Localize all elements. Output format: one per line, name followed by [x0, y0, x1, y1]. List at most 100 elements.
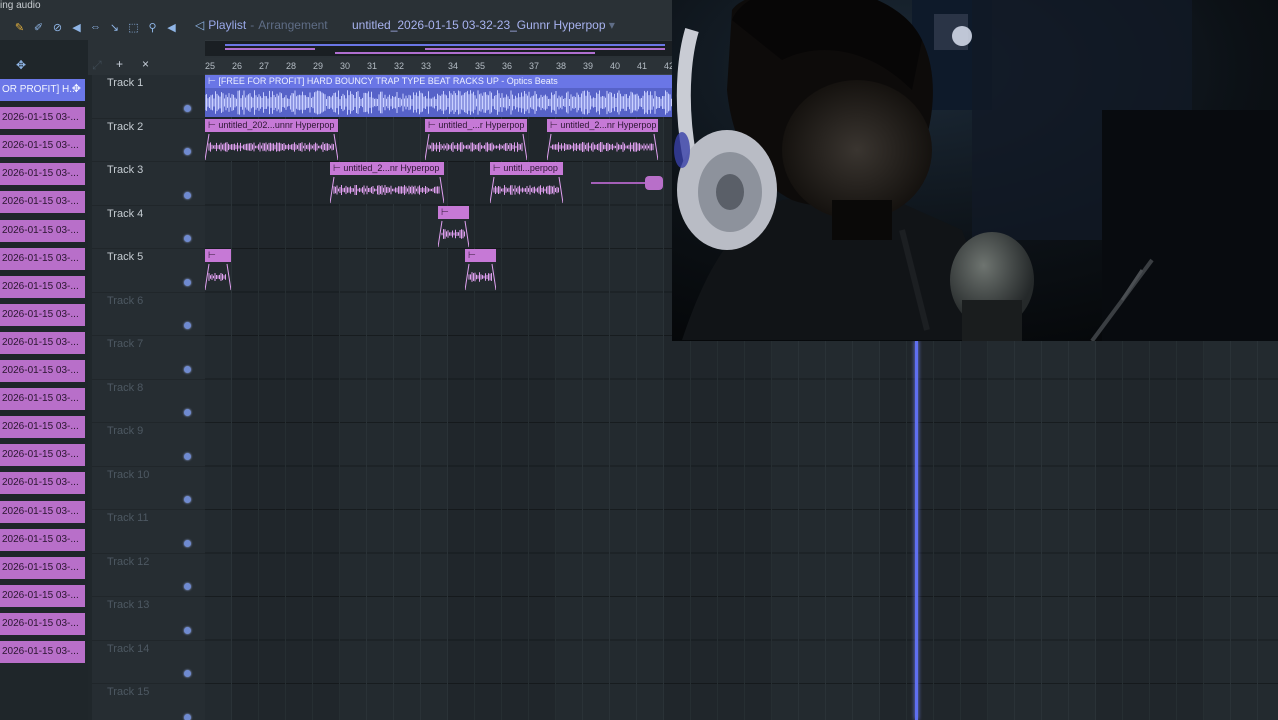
audio-clip-vocal[interactable]: ⊢ [465, 249, 496, 291]
picker-clip-item[interactable]: 2026-01-15 03-... [0, 219, 85, 242]
track-enable-led[interactable] [184, 278, 191, 286]
ruler-bar-number: 34 [448, 61, 459, 71]
picker-clip-item[interactable]: 2026-01-15 03-... [0, 163, 85, 186]
add-icon[interactable]: + [116, 57, 123, 71]
playhead[interactable] [915, 340, 918, 720]
track-enable-led[interactable] [184, 322, 191, 329]
chevron-down-icon: ▾ [608, 18, 615, 32]
picker-clip-item[interactable]: 2026-01-15 03-... [0, 135, 85, 158]
close-icon[interactable]: × [142, 57, 149, 71]
audio-clip-vocal[interactable]: ⊢ [438, 205, 469, 248]
audio-clip-vocal[interactable]: ⊢ untitl...perpop [490, 162, 563, 204]
audio-clip-beat[interactable]: ⊢ [FREE FOR PROFIT] HARD BOUNCY TRAP TYP… [205, 75, 672, 117]
track-name: Track 1 [107, 77, 144, 89]
ruler-bar-number: 41 [637, 61, 648, 71]
picker-clip-item[interactable]: OR PROFIT] H... ✥ [0, 79, 85, 101]
ruler-bar-number: 26 [232, 61, 243, 71]
track-header[interactable]: Track 7 [92, 336, 205, 380]
select-icon[interactable]: ⬚ [124, 19, 143, 35]
project-name-text: untitled_2026-01-15 03-32-23_Gunnr Hyper… [352, 18, 606, 32]
playback-icon[interactable]: ◀ [162, 19, 181, 35]
track-header[interactable]: Track 8 [92, 380, 205, 423]
slice-icon[interactable]: ↘ [105, 19, 124, 35]
track-enable-led[interactable] [184, 409, 191, 416]
playlist-title[interactable]: ◁ Playlist - Arrangement [195, 18, 328, 32]
clip-label: ⊢ [465, 249, 496, 262]
waveform [465, 263, 496, 291]
picker-clip-label: 2026-01-15 03-... [2, 140, 79, 152]
pencil-icon[interactable]: ✎ [10, 19, 29, 35]
track-header[interactable]: Track 13 [92, 597, 205, 641]
audio-clip-vocal[interactable]: ⊢ untitled_2...nr Hyperpop [330, 162, 444, 204]
picker-clip-item[interactable]: 2026-01-15 03-... [0, 584, 85, 607]
mute-icon[interactable]: ◀ [67, 19, 86, 35]
ruler-bar-number: 36 [502, 61, 513, 71]
track-enable-led[interactable] [184, 452, 191, 460]
track-header[interactable]: Track 12 [92, 554, 205, 597]
clip-label: ⊢ [438, 205, 469, 219]
picker-clip-item[interactable]: 2026-01-15 03-... [0, 556, 85, 579]
picker-clip-label: 2026-01-15 03-... [2, 449, 79, 461]
paint-brush-icon[interactable]: ✐ [29, 19, 48, 35]
track-enable-led[interactable] [184, 670, 191, 677]
ruler-bar-number: 40 [610, 61, 621, 71]
picker-clip-item[interactable]: 2026-01-15 03-... [0, 331, 85, 354]
track-enable-led[interactable] [184, 539, 191, 547]
song-overview-bar[interactable] [205, 40, 672, 56]
zoom-icon[interactable]: ⚲ [143, 19, 162, 35]
track-enable-led[interactable] [184, 148, 191, 155]
picker-clip-item[interactable]: 2026-01-15 03-... [0, 360, 85, 382]
ruler-bar-number: 31 [367, 61, 378, 71]
picker-clip-label: OR PROFIT] H... [2, 84, 78, 95]
picker-clip-item[interactable]: 2026-01-15 03-... [0, 612, 85, 635]
track-name: Track 10 [107, 468, 150, 481]
picker-clip-item[interactable]: 2026-01-15 03-... [0, 388, 85, 411]
ruler-bar-number: 29 [313, 61, 324, 71]
picker-clip-item[interactable]: 2026-01-15 03-... [0, 107, 85, 130]
picker-clip-item[interactable]: 2026-01-15 03-... [0, 191, 85, 214]
track-header[interactable]: Track 11 [92, 510, 205, 554]
track-header[interactable]: Track 15 [92, 684, 205, 720]
move-icon[interactable]: ✥ [16, 58, 26, 72]
audio-clip-vocal[interactable]: ⊢ [205, 249, 231, 291]
picker-clip-item[interactable]: 2026-01-15 03-... [0, 444, 85, 467]
track-header[interactable]: Track 6 [92, 293, 205, 336]
track-enable-led[interactable] [184, 496, 191, 503]
picker-clip-item[interactable]: 2026-01-15 03-... [0, 275, 85, 298]
track-header[interactable]: Track 10 [92, 467, 205, 510]
track-header[interactable]: Track 9 [92, 423, 205, 467]
track-header[interactable]: Track 1 [92, 75, 205, 119]
picker-clip-item[interactable]: 2026-01-15 03-... [0, 641, 85, 663]
timeline-ruler[interactable]: 25 26 27 28 29 30 31 32 33 34 35 36 37 38 39 40 41 42 [205, 58, 674, 75]
project-name[interactable]: untitled_2026-01-15 03-32-23_Gunnr Hyper… [352, 18, 615, 32]
picker-clip-item[interactable]: 2026-01-15 03-... [0, 303, 85, 326]
track-header[interactable]: Track 5 [92, 249, 205, 293]
picker-clip-label: 2026-01-15 03-... [2, 646, 79, 657]
ruler-bar-number: 38 [556, 61, 567, 71]
track-enable-led[interactable] [184, 583, 191, 590]
track-enable-led[interactable] [184, 191, 191, 199]
playlist-icon: ◁ [195, 18, 205, 32]
clip-label: ⊢ untitled_...r Hyperpop [425, 118, 527, 132]
picker-clip-item[interactable]: 2026-01-15 03-... [0, 528, 85, 551]
delete-icon[interactable]: ⊘ [48, 19, 67, 35]
track-header[interactable]: Track 14 [92, 641, 205, 684]
track-header[interactable]: Track 2 [92, 119, 205, 162]
track-name: Track 8 [107, 381, 144, 394]
audio-clip-vocal[interactable]: ⊢ untitled_202...unnr Hyperpop [205, 118, 338, 161]
track-enable-led[interactable] [184, 713, 191, 720]
track-enable-led[interactable] [184, 626, 191, 634]
track-enable-led[interactable] [184, 235, 191, 242]
track-enable-led[interactable] [184, 365, 191, 373]
track-enable-led[interactable] [184, 104, 191, 112]
track-name: Track 15 [107, 686, 150, 698]
audio-clip-vocal[interactable]: ⊢ untitled_2...nr Hyperpop [547, 118, 658, 161]
picker-clip-item[interactable]: 2026-01-15 03-... [0, 416, 85, 439]
track-header[interactable]: Track 4 [92, 206, 205, 249]
picker-clip-item[interactable]: 2026-01-15 03-... [0, 472, 85, 495]
audio-clip-vocal[interactable]: ⊢ untitled_...r Hyperpop [425, 118, 527, 161]
picker-clip-item[interactable]: 2026-01-15 03-... [0, 500, 85, 523]
slip-icon[interactable]: ⇔ [86, 19, 105, 35]
track-header[interactable]: Track 3 [92, 162, 205, 206]
picker-clip-item[interactable]: 2026-01-15 03-... [0, 247, 85, 270]
